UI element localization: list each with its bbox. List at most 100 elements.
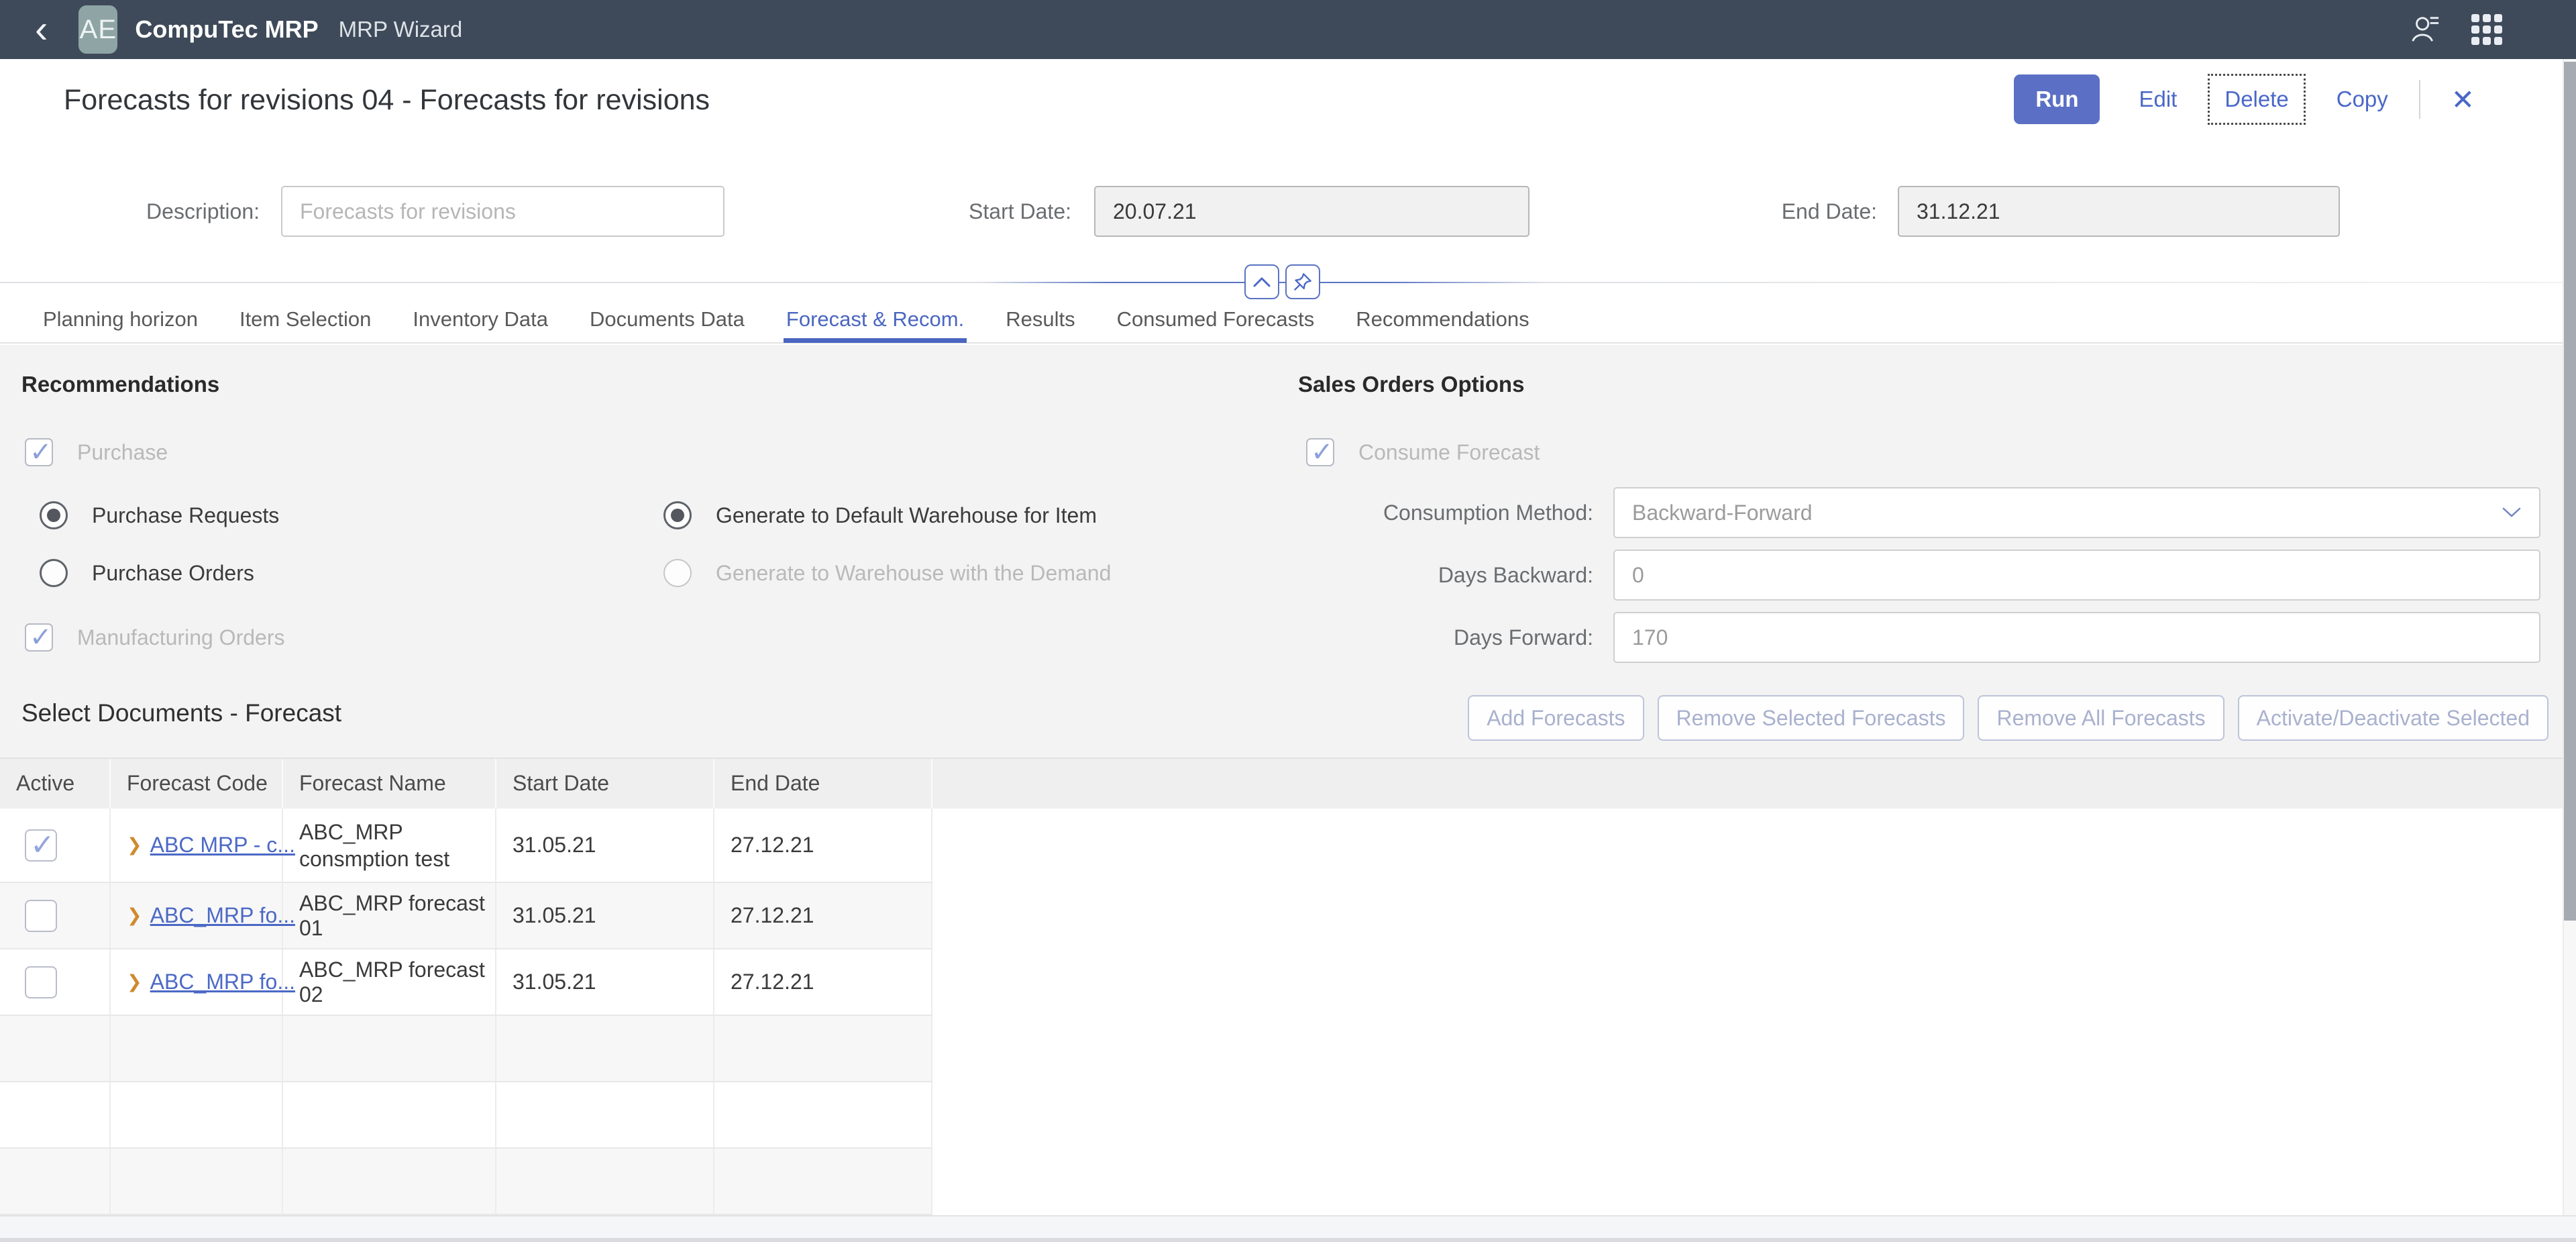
row-active-checkbox[interactable] (25, 828, 57, 862)
consume-forecast-checkbox[interactable] (1306, 437, 1334, 468)
table-row: ❯ ABC MRP - c... ABC_MRP consmption test… (0, 809, 2576, 883)
start-date-input[interactable] (1094, 186, 1529, 237)
expand-row-icon[interactable]: ❯ (127, 905, 142, 926)
start-date-cell: 31.05.21 (513, 833, 596, 857)
consume-forecast-label: Consume Forecast (1358, 439, 1540, 464)
shell-bar: ‹ AE CompuTec MRP MRP Wizard (0, 0, 2576, 59)
start-date-cell: 31.05.21 (513, 970, 596, 994)
activate-deactivate-selected-button[interactable]: Activate/Deactivate Selected (2237, 695, 2548, 741)
add-forecasts-button[interactable]: Add Forecasts (1468, 695, 1644, 741)
tab-item-selection[interactable]: Item Selection (239, 300, 371, 343)
back-icon[interactable]: ‹ (35, 3, 48, 56)
pin-header-button[interactable] (1285, 264, 1320, 299)
purchase-checkbox[interactable] (25, 437, 53, 468)
tab-recommendations[interactable]: Recommendations (1356, 300, 1529, 343)
purchase-label: Purchase (77, 439, 168, 464)
select-documents-heading: Select Documents - Forecast (21, 699, 342, 727)
tab-inventory-data[interactable]: Inventory Data (413, 300, 548, 343)
actions-divider (2418, 80, 2420, 119)
start-date-cell: 31.05.21 (513, 903, 596, 927)
remove-selected-forecasts-button[interactable]: Remove Selected Forecasts (1657, 695, 1965, 741)
horizontal-scrollbar[interactable] (0, 1215, 2576, 1242)
end-date-label: End Date: (1781, 199, 1877, 223)
close-icon[interactable]: ✕ (2447, 83, 2479, 116)
expand-row-icon[interactable]: ❯ (127, 835, 142, 856)
forecast-code-link[interactable]: ABC_MRP fo... (150, 970, 295, 994)
column-header-forecast-code[interactable]: Forecast Code (111, 759, 283, 810)
expand-row-icon[interactable]: ❯ (127, 972, 142, 992)
days-backward-input[interactable] (1613, 550, 2540, 601)
tab-bar: Planning horizon Item Selection Inventor… (0, 301, 2576, 344)
purchase-requests-radio-row: Purchase Requests (40, 498, 279, 533)
app-launcher-icon[interactable] (2471, 14, 2502, 45)
column-header-active[interactable]: Active (0, 759, 111, 810)
description-label: Description: (146, 199, 260, 223)
tab-documents-data[interactable]: Documents Data (590, 300, 745, 343)
consumption-method-select[interactable]: Backward-Forward (1613, 487, 2540, 538)
collapse-header-button[interactable] (1244, 264, 1279, 299)
table-row: ❯ ABC_MRP fo... ABC_MRP forecast 01 31.0… (0, 883, 2576, 949)
end-date-cell: 27.12.21 (731, 903, 814, 927)
page-title: Forecasts for revisions 04 - Forecasts f… (64, 84, 710, 116)
generate-default-warehouse-radio[interactable] (663, 501, 692, 529)
tab-consumed-forecasts[interactable]: Consumed Forecasts (1117, 300, 1315, 343)
vertical-scrollbar-thumb[interactable] (2564, 62, 2576, 921)
empty-table-row (0, 1016, 2576, 1082)
mrp-wizard-page: ‹ AE CompuTec MRP MRP Wizard Forecasts f… (0, 0, 2576, 1242)
description-input[interactable] (281, 186, 724, 237)
purchase-requests-label: Purchase Requests (92, 503, 280, 527)
table-row: ❯ ABC_MRP fo... ABC_MRP forecast 02 31.0… (0, 949, 2576, 1016)
app-logo-text: AE (79, 14, 117, 44)
forecast-code-link[interactable]: ABC MRP - c... (150, 833, 295, 858)
forecast-recom-section: Recommendations Sales Orders Options Pur… (0, 345, 2576, 758)
copy-button[interactable]: Copy (2332, 87, 2392, 112)
generate-default-warehouse-label: Generate to Default Warehouse for Item (716, 503, 1097, 527)
generate-demand-warehouse-label: Generate to Warehouse with the Demand (716, 560, 1112, 585)
edit-button[interactable]: Edit (2135, 87, 2181, 112)
user-menu-icon[interactable] (2410, 14, 2440, 45)
column-header-forecast-name[interactable]: Forecast Name (283, 759, 496, 810)
generate-demand-warehouse-radio[interactable] (663, 559, 692, 587)
end-date-cell: 27.12.21 (731, 970, 814, 994)
run-button[interactable]: Run (2014, 74, 2100, 124)
remove-all-forecasts-button[interactable]: Remove All Forecasts (1978, 695, 2224, 741)
consumption-method-label: Consumption Method: (1383, 501, 1593, 525)
vertical-scrollbar[interactable] (2563, 59, 2576, 1215)
manufacturing-orders-checkbox[interactable] (25, 622, 53, 653)
tab-results[interactable]: Results (1006, 300, 1075, 343)
empty-table-row (0, 1149, 2576, 1215)
purchase-orders-radio-row: Purchase Orders (40, 556, 254, 590)
column-header-start-date[interactable]: Start Date (496, 759, 714, 810)
generate-demand-warehouse-radio-row: Generate to Warehouse with the Demand (663, 556, 1111, 590)
forecast-table-header: Active Forecast Code Forecast Name Start… (0, 758, 2576, 810)
manufacturing-orders-checkbox-row: Manufacturing Orders (25, 620, 284, 655)
purchase-orders-radio[interactable] (40, 559, 68, 587)
start-date-label: Start Date: (969, 199, 1071, 223)
tab-planning-horizon[interactable]: Planning horizon (43, 300, 198, 343)
forecast-code-link[interactable]: ABC_MRP fo... (150, 903, 295, 928)
row-active-checkbox[interactable] (25, 966, 57, 998)
tab-forecast-recom[interactable]: Forecast & Recom. (783, 300, 967, 343)
app-logo[interactable]: AE (78, 5, 118, 54)
header-actions: Run Edit Delete Copy ✕ (2014, 72, 2479, 126)
manufacturing-orders-label: Manufacturing Orders (77, 625, 285, 650)
chevron-up-icon (1253, 277, 1271, 287)
header-form: Description: Start Date: End Date: (0, 186, 2576, 237)
app-title: CompuTec MRP (135, 15, 319, 43)
consumption-method-value: Backward-Forward (1632, 500, 1813, 525)
days-forward-label: Days Forward: (1453, 625, 1593, 650)
pushpin-icon (1294, 273, 1311, 291)
purchase-checkbox-row: Purchase (25, 435, 168, 470)
days-forward-input[interactable] (1613, 612, 2540, 663)
purchase-orders-label: Purchase Orders (92, 560, 254, 585)
forecast-name-cell: ABC_MRP consmption test (299, 819, 450, 871)
column-header-end-date[interactable]: End Date (714, 759, 932, 810)
end-date-input[interactable] (1898, 186, 2340, 237)
app-subtitle: MRP Wizard (338, 17, 463, 42)
recommendations-heading: Recommendations (21, 372, 220, 397)
forecast-name-cell: ABC_MRP forecast 01 (299, 890, 485, 940)
purchase-requests-radio[interactable] (40, 501, 68, 529)
forecast-name-cell: ABC_MRP forecast 02 (299, 957, 485, 1006)
delete-button[interactable]: Delete (2208, 74, 2306, 125)
row-active-checkbox[interactable] (25, 899, 57, 932)
